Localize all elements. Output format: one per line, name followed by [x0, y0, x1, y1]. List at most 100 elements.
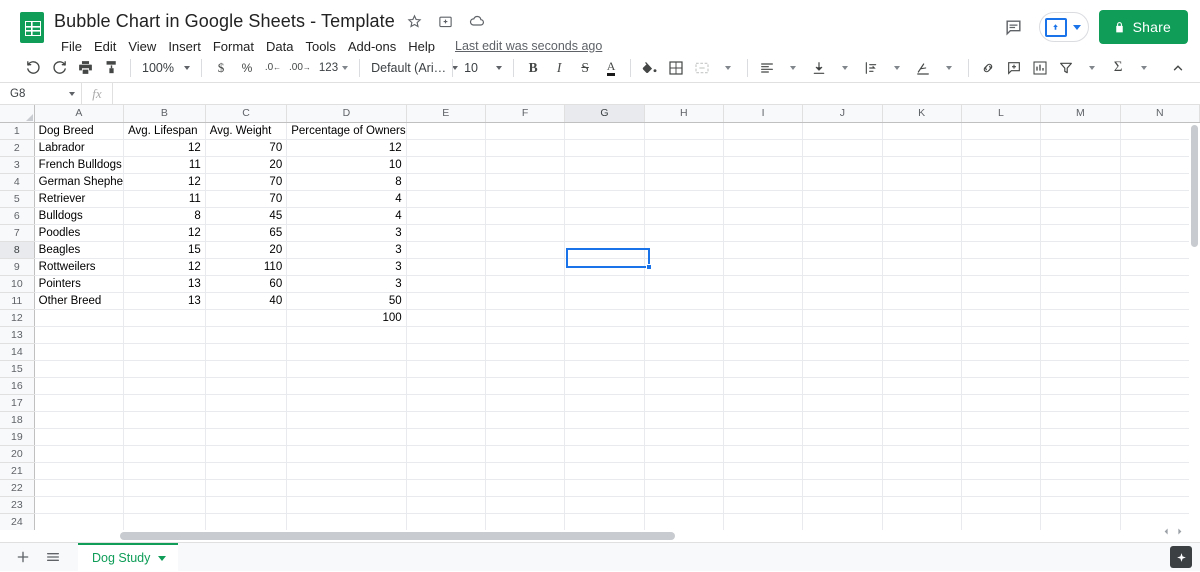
cell-A12[interactable] — [34, 309, 123, 326]
cell-F2[interactable] — [485, 139, 564, 156]
cell-I7[interactable] — [724, 224, 803, 241]
cell-C24[interactable] — [205, 513, 286, 530]
cell-A20[interactable] — [34, 445, 123, 462]
cell-G1[interactable] — [565, 122, 644, 139]
cell-I20[interactable] — [724, 445, 803, 462]
cell-H20[interactable] — [644, 445, 723, 462]
cell-K21[interactable] — [882, 462, 961, 479]
cell-D22[interactable] — [287, 479, 406, 496]
cell-C9[interactable]: 110 — [205, 258, 286, 275]
cell-F13[interactable] — [485, 326, 564, 343]
cell-H13[interactable] — [644, 326, 723, 343]
cell-G10[interactable] — [565, 275, 644, 292]
cell-H8[interactable] — [644, 241, 723, 258]
column-header-d[interactable]: D — [287, 105, 406, 122]
row-header-8[interactable]: 8 — [0, 241, 34, 258]
cell-F23[interactable] — [485, 496, 564, 513]
row-header-18[interactable]: 18 — [0, 411, 34, 428]
cell-H4[interactable] — [644, 173, 723, 190]
cell-C19[interactable] — [205, 428, 286, 445]
cell-D10[interactable]: 3 — [287, 275, 406, 292]
cell-E12[interactable] — [406, 309, 485, 326]
cell-H21[interactable] — [644, 462, 723, 479]
zoom-selector[interactable]: 100% — [137, 56, 195, 80]
cell-K10[interactable] — [882, 275, 961, 292]
cell-H1[interactable] — [644, 122, 723, 139]
more-formats-button[interactable]: 123 — [314, 56, 353, 80]
cell-H18[interactable] — [644, 411, 723, 428]
cell-F3[interactable] — [485, 156, 564, 173]
cell-A2[interactable]: Labrador — [34, 139, 123, 156]
cell-E1[interactable] — [406, 122, 485, 139]
cell-D15[interactable] — [287, 360, 406, 377]
cell-N14[interactable] — [1120, 343, 1199, 360]
cell-G2[interactable] — [565, 139, 644, 156]
cell-M24[interactable] — [1041, 513, 1120, 530]
text-rotation-chevron-icon[interactable] — [936, 56, 962, 80]
cell-G18[interactable] — [565, 411, 644, 428]
spreadsheet-grid[interactable]: ABCDEFGHIJKLMN 1Dog BreedAvg. LifespanAv… — [0, 105, 1200, 542]
cell-N6[interactable] — [1120, 207, 1199, 224]
cell-N18[interactable] — [1120, 411, 1199, 428]
currency-format-button[interactable]: $ — [208, 56, 234, 80]
cell-A15[interactable] — [34, 360, 123, 377]
row-header-10[interactable]: 10 — [0, 275, 34, 292]
cell-G7[interactable] — [565, 224, 644, 241]
cell-H11[interactable] — [644, 292, 723, 309]
cell-E23[interactable] — [406, 496, 485, 513]
cell-K4[interactable] — [882, 173, 961, 190]
paint-format-icon[interactable] — [98, 56, 124, 80]
cell-G20[interactable] — [565, 445, 644, 462]
cell-N23[interactable] — [1120, 496, 1199, 513]
merge-cells-icon[interactable] — [689, 56, 715, 80]
cell-K8[interactable] — [882, 241, 961, 258]
cell-C6[interactable]: 45 — [205, 207, 286, 224]
cell-N11[interactable] — [1120, 292, 1199, 309]
cell-M15[interactable] — [1041, 360, 1120, 377]
column-header-l[interactable]: L — [961, 105, 1040, 122]
row-header-22[interactable]: 22 — [0, 479, 34, 496]
cell-L11[interactable] — [961, 292, 1040, 309]
cell-C3[interactable]: 20 — [205, 156, 286, 173]
cell-F20[interactable] — [485, 445, 564, 462]
cell-H3[interactable] — [644, 156, 723, 173]
cell-A18[interactable] — [34, 411, 123, 428]
cell-F10[interactable] — [485, 275, 564, 292]
cell-H14[interactable] — [644, 343, 723, 360]
cell-G21[interactable] — [565, 462, 644, 479]
cell-B16[interactable] — [124, 377, 206, 394]
cell-A21[interactable] — [34, 462, 123, 479]
cell-I13[interactable] — [724, 326, 803, 343]
cell-B10[interactable]: 13 — [124, 275, 206, 292]
cell-K14[interactable] — [882, 343, 961, 360]
cell-G15[interactable] — [565, 360, 644, 377]
row-header-11[interactable]: 11 — [0, 292, 34, 309]
filter-icon[interactable] — [1053, 56, 1079, 80]
cell-M18[interactable] — [1041, 411, 1120, 428]
row-header-1[interactable]: 1 — [0, 122, 34, 139]
column-header-e[interactable]: E — [406, 105, 485, 122]
cell-A6[interactable]: Bulldogs — [34, 207, 123, 224]
add-sheet-icon[interactable] — [8, 544, 38, 570]
cell-K11[interactable] — [882, 292, 961, 309]
vertical-align-icon[interactable] — [806, 56, 832, 80]
cell-F19[interactable] — [485, 428, 564, 445]
move-to-folder-icon[interactable] — [435, 10, 457, 32]
cell-F12[interactable] — [485, 309, 564, 326]
cell-G5[interactable] — [565, 190, 644, 207]
collapse-toolbar-icon[interactable] — [1166, 56, 1190, 80]
cell-E10[interactable] — [406, 275, 485, 292]
column-header-j[interactable]: J — [803, 105, 882, 122]
cell-M11[interactable] — [1041, 292, 1120, 309]
cell-L20[interactable] — [961, 445, 1040, 462]
row-header-12[interactable]: 12 — [0, 309, 34, 326]
cell-M8[interactable] — [1041, 241, 1120, 258]
cell-J19[interactable] — [803, 428, 882, 445]
cell-B22[interactable] — [124, 479, 206, 496]
cell-K2[interactable] — [882, 139, 961, 156]
cell-L2[interactable] — [961, 139, 1040, 156]
cell-D14[interactable] — [287, 343, 406, 360]
cell-N5[interactable] — [1120, 190, 1199, 207]
cell-A22[interactable] — [34, 479, 123, 496]
cell-B13[interactable] — [124, 326, 206, 343]
